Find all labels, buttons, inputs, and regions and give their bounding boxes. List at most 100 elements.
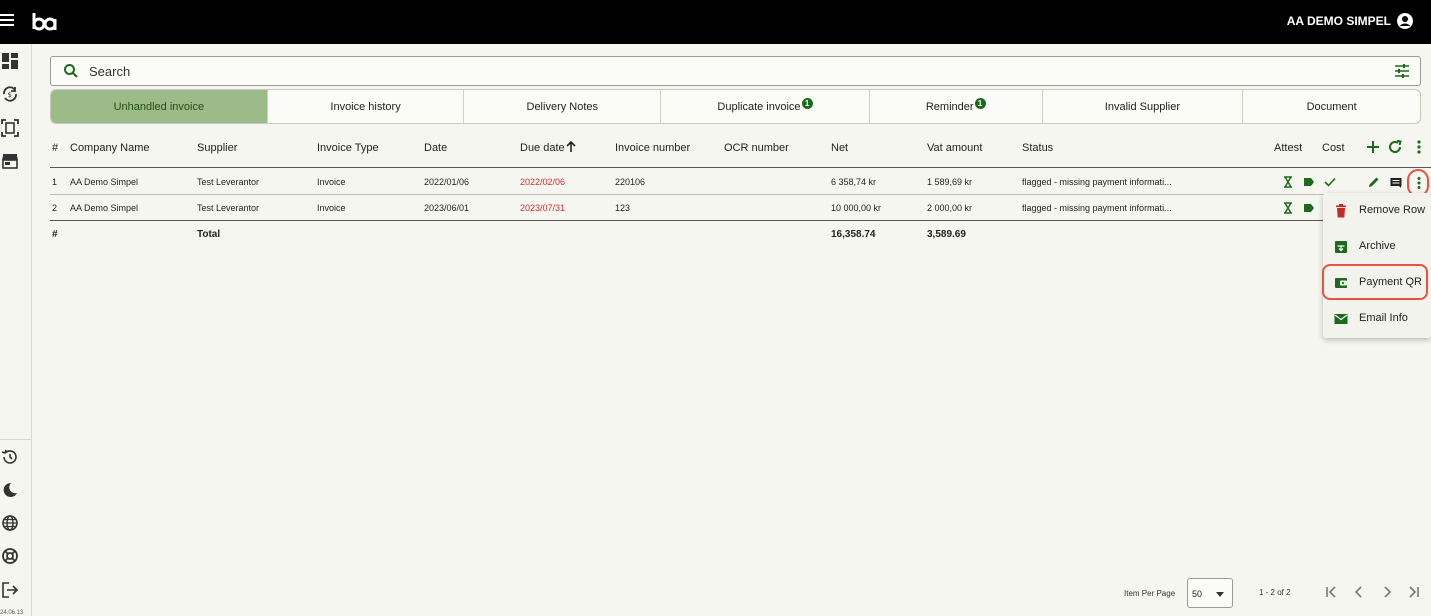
search-icon [63, 63, 79, 79]
col-attest: Attest [1274, 142, 1303, 154]
user-name: AA DEMO SIMPEL [1286, 14, 1391, 28]
page-size-select[interactable]: 50 [1187, 578, 1233, 608]
company-name: AA Demo Simpel [70, 177, 139, 187]
dark-mode-icon[interactable] [1, 481, 19, 499]
tab-delivery-notes[interactable]: Delivery Notes [464, 90, 662, 123]
invoice-type: Invoice [317, 177, 346, 187]
search-bar[interactable] [50, 56, 1421, 86]
vat-amount: 1 589,69 kr [927, 177, 973, 187]
sidebar: $ 24.06.13 [0, 44, 32, 616]
due-date: 2022/02/06 [520, 177, 566, 187]
language-icon[interactable] [1, 514, 19, 532]
col-ocr-number[interactable]: OCR number [724, 142, 789, 154]
items-per-page-label: Item Per Page [1124, 589, 1176, 598]
more-options-icon[interactable] [1412, 140, 1426, 154]
payment-qr-highlight [1322, 264, 1428, 300]
support-icon[interactable] [1, 547, 19, 565]
store-icon[interactable] [1, 152, 19, 170]
tab-document[interactable]: Document [1243, 90, 1420, 123]
attest-pending-icon[interactable] [1282, 202, 1294, 214]
page-range-label: 1 - 2 of 2 [1259, 588, 1291, 597]
top-bar: AA DEMO SIMPEL [0, 0, 1431, 44]
table-total-row: # Total 16,358.74 3,589.69 [50, 222, 1431, 246]
svg-text:$: $ [8, 91, 12, 99]
duplicate-count-badge: 1 [801, 98, 813, 109]
col-vat-amount[interactable]: Vat amount [927, 142, 982, 154]
col-date[interactable]: Date [424, 142, 447, 154]
menu-item-email-info[interactable]: Email Info [1323, 301, 1431, 337]
row-index: 1 [52, 177, 58, 187]
status: flagged - missing payment informati... [1022, 177, 1172, 187]
col-company-name[interactable]: Company Name [70, 142, 149, 154]
comment-icon[interactable] [1390, 177, 1402, 189]
col-invoice-number[interactable]: Invoice number [615, 142, 690, 154]
col-cost: Cost [1322, 142, 1345, 154]
company-name: AA Demo Simpel [70, 203, 139, 213]
menu-item-remove-row[interactable]: Remove Row [1323, 193, 1431, 229]
logout-icon[interactable] [1, 581, 19, 599]
email-icon [1334, 312, 1348, 326]
invoice-number: 123 [615, 203, 631, 213]
account-icon[interactable] [1395, 11, 1415, 31]
net-amount: 6 358,74 kr [831, 177, 877, 187]
tab-unhandled-invoice[interactable]: Unhandled invoice [51, 90, 268, 123]
invoice-date: 2022/01/06 [424, 177, 470, 187]
sidebar-divider [0, 439, 32, 440]
dashboard-icon[interactable] [1, 52, 19, 70]
tab-invoice-history[interactable]: Invoice history [268, 90, 465, 123]
table-row[interactable]: 2 AA Demo Simpel Test Leverantor Invoice… [50, 195, 1431, 221]
vat-amount: 2 000,00 kr [927, 203, 973, 213]
refresh-icon[interactable] [1388, 139, 1402, 154]
scan-document-icon[interactable] [1, 119, 19, 137]
status: flagged - missing payment informati... [1022, 203, 1172, 213]
col-invoice-type[interactable]: Invoice Type [317, 142, 379, 154]
attest-pending-icon[interactable] [1282, 176, 1294, 188]
col-net[interactable]: Net [831, 142, 848, 154]
invoice-number: 220106 [615, 177, 646, 187]
delete-icon [1334, 204, 1348, 218]
tab-duplicate-invoice[interactable]: Duplicate invoice 1 [661, 90, 870, 123]
history-icon[interactable] [1, 448, 19, 466]
first-page-icon[interactable] [1325, 585, 1339, 599]
app-version: 24.06.13 [0, 610, 24, 616]
total-label: Total [197, 229, 221, 240]
total-index: # [52, 229, 58, 240]
col-index: # [52, 142, 59, 154]
col-supplier[interactable]: Supplier [197, 142, 237, 154]
menu-item-archive[interactable]: Archive [1323, 229, 1431, 265]
supplier: Test Leverantor [197, 177, 260, 187]
previous-page-icon[interactable] [1352, 585, 1366, 599]
sync-invoice-icon[interactable]: $ [1, 85, 19, 103]
sort-ascending-icon[interactable] [566, 140, 576, 156]
label-icon[interactable] [1303, 176, 1315, 188]
edit-icon[interactable] [1368, 176, 1380, 188]
last-page-icon[interactable] [1406, 585, 1420, 599]
menu-icon[interactable] [0, 14, 14, 28]
table-row[interactable]: 1 AA Demo Simpel Test Leverantor Invoice… [50, 169, 1431, 195]
page-size-value: 50 [1192, 589, 1203, 599]
net-amount: 10 000,00 kr [831, 203, 882, 213]
due-date: 2023/07/31 [520, 203, 566, 213]
cost-check-icon[interactable] [1324, 176, 1336, 188]
supplier: Test Leverantor [197, 203, 260, 213]
tab-invalid-supplier[interactable]: Invalid Supplier [1043, 90, 1244, 123]
reminder-count-badge: 1 [974, 98, 986, 109]
invoice-date: 2023/06/01 [424, 203, 470, 213]
dropdown-arrow-icon [1216, 592, 1224, 597]
archive-icon [1334, 240, 1348, 254]
invoice-type: Invoice [317, 203, 346, 213]
logo[interactable] [30, 10, 58, 34]
col-due-date[interactable]: Due date [520, 142, 565, 154]
tab-reminder[interactable]: Reminder 1 [870, 90, 1043, 123]
invoice-tabs: Unhandled invoice Invoice history Delive… [50, 89, 1421, 124]
search-input[interactable] [89, 62, 1369, 80]
col-status[interactable]: Status [1022, 142, 1053, 154]
label-icon[interactable] [1303, 202, 1315, 214]
filter-settings-icon[interactable] [1394, 63, 1410, 79]
total-vat: 3,589.69 [927, 229, 966, 240]
total-net: 16,358.74 [831, 229, 876, 240]
add-icon[interactable] [1366, 140, 1380, 154]
row-index: 2 [52, 203, 58, 213]
next-page-icon[interactable] [1380, 585, 1394, 599]
table-header: # Company Name Supplier Invoice Type Dat… [50, 132, 1431, 168]
